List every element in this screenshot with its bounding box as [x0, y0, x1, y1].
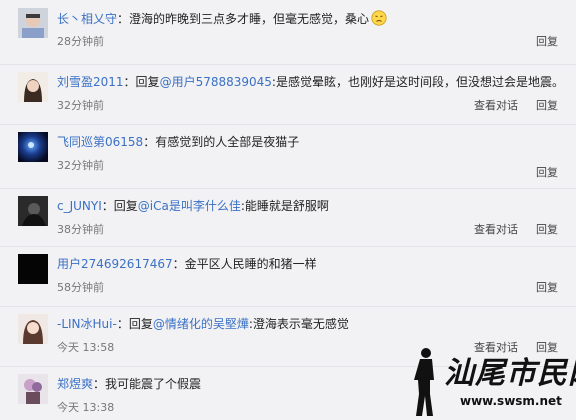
- username-link[interactable]: 长丶相乂守: [57, 12, 117, 26]
- reply-prefix: ：回复: [116, 317, 153, 331]
- view-conversation-link[interactable]: 查看对话: [474, 99, 518, 112]
- comment-actions: 查看对话 回复: [456, 221, 558, 237]
- comment-actions: 回复: [518, 279, 558, 295]
- mention-link[interactable]: @iCa是叫李什么佳: [138, 199, 241, 213]
- avatar[interactable]: [18, 196, 48, 226]
- username-link[interactable]: c_JUNYI: [57, 199, 102, 213]
- comment-actions: 回复: [518, 33, 558, 49]
- comment-line: -LIN冰Hui-：回复@情绪化的吴堅燁:澄海表示毫无感觉: [57, 316, 349, 332]
- comment-line: 长丶相乂守：澄海的昨晚到三点多才睡，但毫无感觉，桑心: [57, 10, 387, 27]
- reply-button[interactable]: 回复: [536, 281, 558, 294]
- avatar[interactable]: [18, 72, 48, 102]
- reply-button[interactable]: 回复: [536, 99, 558, 112]
- timestamp: 今天 13:38: [57, 401, 115, 414]
- comment-line: 刘雪盈2011：回复@用户5788839045:是感觉晕眩，也刚好是这时间段，但…: [57, 74, 564, 90]
- username-link[interactable]: 郑煜爽: [57, 377, 93, 391]
- comment-line: c_JUNYI：回复@iCa是叫李什么佳:能睡就是舒服啊: [57, 198, 329, 214]
- comment-text: ：有感觉到的人全部是夜猫子: [143, 135, 300, 149]
- comment-actions: 查看对话 回复: [456, 97, 558, 113]
- comment-actions: 回复: [518, 164, 558, 180]
- username-link[interactable]: -LIN冰Hui-: [57, 317, 117, 331]
- mention-link[interactable]: @用户5788839045: [160, 75, 272, 89]
- reply-prefix: ：回复: [101, 199, 138, 213]
- watermark-logo-text: 汕尾市民网: [444, 356, 576, 391]
- avatar[interactable]: [18, 374, 48, 404]
- username-link[interactable]: 用户274692617467: [57, 257, 173, 271]
- comment-item: 用户274692617467：金平区人民睡的和猪一样 58分钟前 回复: [0, 246, 576, 307]
- comment-item: 长丶相乂守：澄海的昨晚到三点多才睡，但毫无感觉，桑心 28分钟前 回复: [0, 0, 576, 65]
- comment-item: 刘雪盈2011：回复@用户5788839045:是感觉晕眩，也刚好是这时间段，但…: [0, 64, 576, 125]
- site-watermark: 汕尾市民网 www.swsm.net: [400, 344, 576, 420]
- timestamp: 58分钟前: [57, 281, 104, 294]
- avatar[interactable]: [18, 132, 48, 162]
- timestamp: 32分钟前: [57, 159, 104, 172]
- reply-button[interactable]: 回复: [536, 223, 558, 236]
- comment-text: ：澄海的昨晚到三点多才睡，但毫无感觉，桑心: [117, 12, 370, 26]
- comment-text: ：我可能震了个假震: [93, 377, 202, 391]
- comment-line: 用户274692617467：金平区人民睡的和猪一样: [57, 256, 317, 272]
- username-link[interactable]: 飞同巡第06158: [57, 135, 143, 149]
- comment-text: :澄海表示毫无感觉: [248, 317, 349, 331]
- view-conversation-link[interactable]: 查看对话: [474, 223, 518, 236]
- mention-link[interactable]: @情绪化的吴堅燁: [153, 317, 249, 331]
- comment-line: 飞同巡第06158：有感觉到的人全部是夜猫子: [57, 134, 299, 150]
- reply-button[interactable]: 回复: [536, 166, 558, 179]
- comment-text: :是感觉晕眩，也刚好是这时间段，但没想过会是地震。: [271, 75, 564, 89]
- comment-text: :能睡就是舒服啊: [240, 199, 329, 213]
- comment-item: c_JUNYI：回复@iCa是叫李什么佳:能睡就是舒服啊 38分钟前 查看对话 回…: [0, 188, 576, 247]
- watermark-url: www.swsm.net: [460, 394, 562, 408]
- avatar[interactable]: [18, 8, 48, 38]
- timestamp: 38分钟前: [57, 223, 104, 236]
- timestamp: 32分钟前: [57, 99, 104, 112]
- avatar[interactable]: [18, 314, 48, 344]
- comment-line: 郑煜爽：我可能震了个假震: [57, 376, 201, 392]
- avatar[interactable]: [18, 254, 48, 284]
- sad-face-icon: [371, 10, 387, 26]
- comment-text: ：金平区人民睡的和猪一样: [172, 257, 317, 271]
- reply-prefix: ：回复: [123, 75, 160, 89]
- runner-silhouette-icon: [414, 348, 434, 416]
- reply-button[interactable]: 回复: [536, 35, 558, 48]
- timestamp: 28分钟前: [57, 35, 104, 48]
- timestamp: 今天 13:58: [57, 341, 115, 354]
- comment-item: 飞同巡第06158：有感觉到的人全部是夜猫子 32分钟前 回复: [0, 124, 576, 189]
- username-link[interactable]: 刘雪盈2011: [57, 75, 124, 89]
